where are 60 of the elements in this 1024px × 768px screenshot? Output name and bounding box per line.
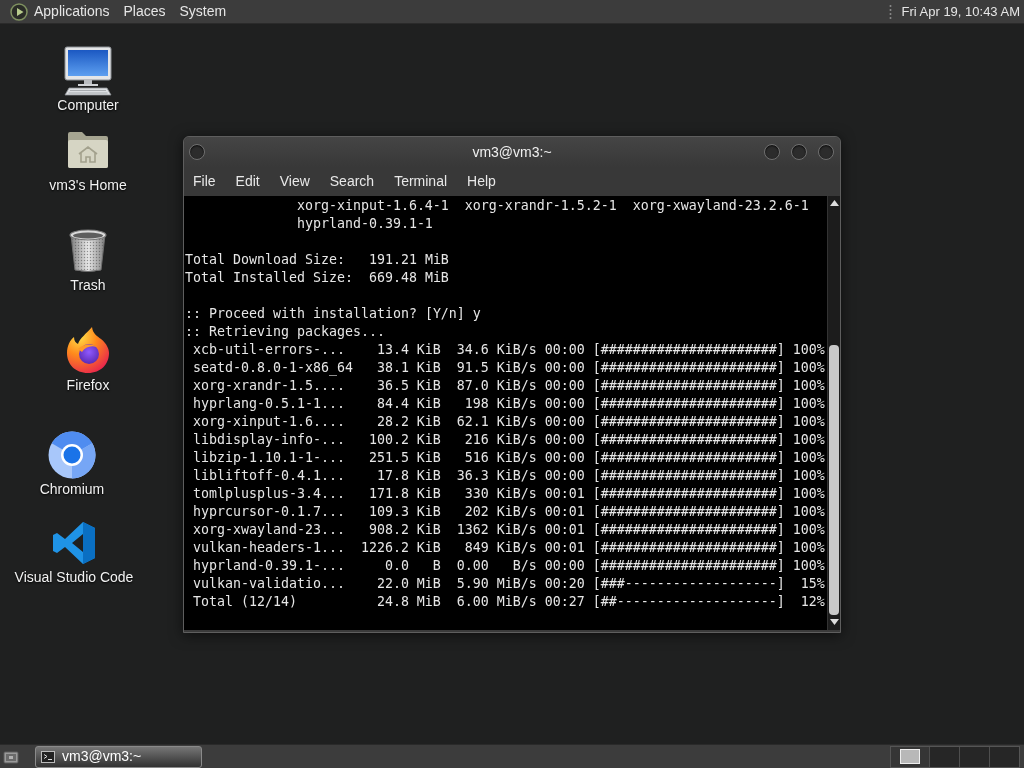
- terminal-line: libzip-1.10.1-1-... 251.5 KiB 516 KiB/s 00:00 [######################] 100%: [193, 449, 825, 467]
- terminal-line: Total Installed Size: 669.48 MiB: [185, 269, 449, 287]
- taskbar-button[interactable]: vm3@vm3:~: [35, 745, 202, 768]
- desktop-shortcut[interactable]: Firefox: [23, 326, 153, 393]
- workspace-cell[interactable]: [959, 746, 989, 767]
- desktop-shortcut[interactable]: Trash: [23, 229, 153, 293]
- desktop-shortcut[interactable]: Chromium: [7, 431, 137, 497]
- window-menu-button[interactable]: [189, 144, 205, 160]
- workspace-cell[interactable]: [989, 746, 1019, 767]
- scroll-down-arrow-icon: [829, 619, 839, 625]
- panel-menu[interactable]: Places: [116, 0, 173, 24]
- terminal-line: hyprcursor-0.1.7... 109.3 KiB 202 KiB/s 00:01 [######################] 100%: [193, 503, 825, 521]
- maximize-button[interactable]: [791, 144, 807, 160]
- window-thumbnail-icon: [900, 749, 920, 764]
- computer-icon: [64, 46, 112, 96]
- terminal-line: seatd-0.8.0-1-x86_64 38.1 KiB 91.5 KiB/s 00:00 [######################] 100%: [193, 359, 825, 377]
- home-folder-icon: [66, 130, 110, 170]
- grip-icon: [889, 3, 893, 20]
- terminal-line: vulkan-headers-1... 1226.2 KiB 849 KiB/s 00:01 [######################] 100%: [193, 539, 825, 557]
- desktop-window-icon: [3, 748, 19, 765]
- terminal-line: Total (12/14) 24.8 MiB 6.00 MiB/s 00:27 [##--------------------] 12%: [193, 593, 825, 611]
- ring-logo-icon: [48, 431, 96, 479]
- terminal-line: xorg-xwayland-23... 908.2 KiB 1362 KiB/s 00:01 [######################] 100%: [193, 521, 825, 539]
- panel-menu[interactable]: Applications: [3, 0, 117, 24]
- terminal-line: vulkan-validatio... 22.0 MiB 5.90 MiB/s 00:20 [###-------------------] 15%: [193, 575, 825, 593]
- terminal-line: tomlplusplus-3.4... 171.8 KiB 330 KiB/s 00:01 [######################] 100%: [193, 485, 825, 503]
- clock[interactable]: Fri Apr 19, 10:43 AM: [901, 1, 1024, 22]
- menu-item[interactable]: Edit: [226, 167, 271, 196]
- terminal-line: xorg-xinput-1.6.4-1 xorg-xrandr-1.5.2-1 xorg-xwayland-23.2.6-1: [296, 197, 809, 215]
- close-button[interactable]: [818, 144, 834, 160]
- minimize-button[interactable]: [764, 144, 780, 160]
- terminal-line: libliftoff-0.4.1... 17.8 KiB 36.3 KiB/s 00:00 [######################] 100%: [193, 467, 825, 485]
- menu-item[interactable]: File: [184, 167, 227, 196]
- terminal-line: hyprlang-0.5.1-1... 84.4 KiB 198 KiB/s 00:00 [######################] 100%: [193, 395, 825, 413]
- terminal-line: hyprland-0.39.1-... 0.0 B 0.00 B/s 00:00 [######################] 100%: [193, 557, 825, 575]
- workspace-cell[interactable]: [929, 746, 959, 767]
- menu-item[interactable]: Terminal: [385, 167, 459, 196]
- terminal-line: Total Download Size: 191.21 MiB: [185, 251, 449, 269]
- terminal-line: hyprland-0.39.1-1: [296, 215, 433, 233]
- terminal-line: libdisplay-info-... 100.2 KiB 216 KiB/s 00:00 [######################] 100%: [193, 431, 825, 449]
- menu-item[interactable]: Search: [320, 167, 386, 196]
- panel-menu[interactable]: System: [172, 0, 234, 24]
- flame-globe-icon: [65, 326, 111, 374]
- menu-item[interactable]: Help: [458, 167, 507, 196]
- menu-item[interactable]: View: [270, 167, 321, 196]
- scrollbar-thumb[interactable]: [829, 345, 839, 615]
- terminal-line: xorg-xrandr-1.5.... 36.5 KiB 87.0 KiB/s 00:00 [######################] 100%: [193, 377, 825, 395]
- desktop-shortcut[interactable]: Visual Studio Code: [9, 521, 139, 585]
- desktop-shortcut[interactable]: Computer: [23, 46, 153, 113]
- scroll-up-arrow-icon: [829, 200, 839, 206]
- trash-icon: [68, 229, 108, 273]
- terminal-line: :: Retrieving packages...: [185, 323, 385, 341]
- terminal-icon: [41, 750, 55, 763]
- desktop-shortcut[interactable]: vm3's Home: [23, 130, 153, 193]
- terminal-line: :: Proceed with installation? [Y/n] y: [185, 305, 481, 323]
- terminal-line: xcb-util-errors-... 13.4 KiB 34.6 KiB/s 00:00 [######################] 100%: [193, 341, 825, 359]
- window-title: vm3@vm3:~: [472, 142, 552, 162]
- workspace-cell[interactable]: [891, 746, 929, 767]
- terminal-line: xorg-xinput-1.6.... 28.2 KiB 62.1 KiB/s 00:00 [######################] 100%: [193, 413, 825, 431]
- bracket-logo-icon: [52, 521, 96, 565]
